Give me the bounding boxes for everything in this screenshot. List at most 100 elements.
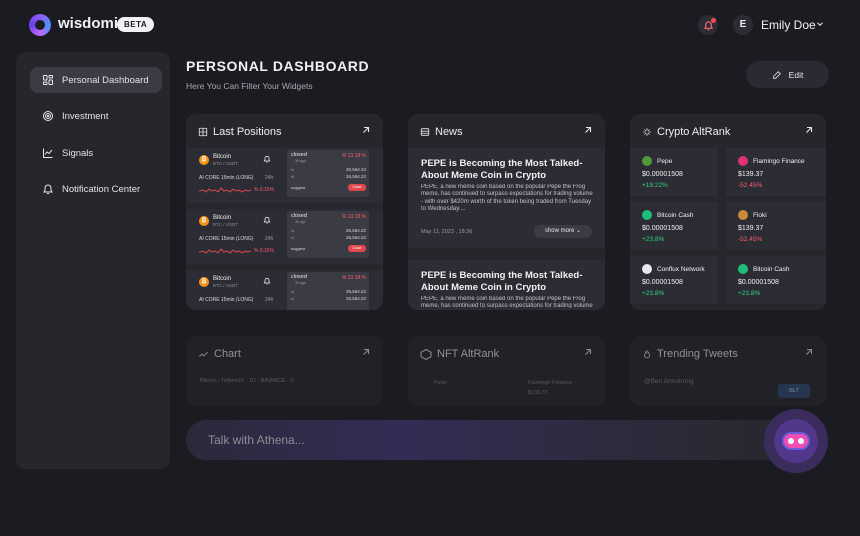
coin-name: Bitcoin Cash (753, 266, 790, 273)
bitcoin-cash-icon (738, 264, 748, 274)
widget-header: Chart (198, 346, 241, 362)
user-name[interactable]: Emily Doe (761, 18, 816, 32)
last-positions-widget: Last Positions ₿ Bitcoin BTC / USDT AI C… (186, 114, 383, 310)
value-label: lo (291, 289, 295, 294)
edit-button[interactable]: Edit (746, 61, 829, 88)
coin-name: Pepe (657, 158, 673, 165)
position-detail-panel: closed 3h ago % 13.18 % lo 26,564.22 hi … (287, 272, 369, 310)
value-label: lo (291, 167, 295, 172)
status-label: closed (291, 152, 307, 158)
flamingo-icon (738, 156, 748, 166)
value: 26,564.22 (345, 235, 366, 240)
position-row[interactable]: ₿ Bitcoin BTC / USDT AI CORE 15min (LONG… (186, 148, 383, 203)
chevron-down-icon[interactable] (815, 19, 825, 29)
dashboard-icon (42, 74, 54, 86)
change-pct: % 13.18 % (341, 153, 366, 159)
news-item[interactable]: PEPE is Becoming the Most Talked-About M… (408, 260, 605, 310)
bitcoin-icon: ₿ (199, 155, 209, 165)
change-pct: % 13.18 % (341, 275, 366, 281)
status-label: closed (291, 213, 307, 219)
sparkline (199, 187, 251, 193)
altrank-item[interactable]: Pepe $0.00001508 +19.22% (630, 148, 718, 196)
time-ago: 3h ago (295, 159, 306, 163)
time-label: 24h (265, 175, 274, 181)
avatar[interactable]: E (733, 15, 753, 35)
news-item[interactable]: PEPE is Becoming the Most Talked-About M… (408, 148, 605, 248)
pencil-icon (772, 70, 781, 79)
coin-price: $0.00001508 (642, 171, 683, 178)
widget-title: Chart (214, 348, 241, 360)
altrank-item[interactable]: Flamingo Finance $139.37 -52.45% (726, 148, 826, 196)
news-title[interactable]: PEPE is Becoming the Most Talked-About M… (421, 270, 595, 293)
athena-chat-input[interactable]: Talk with Athena... (186, 420, 804, 460)
conflux-icon (642, 264, 652, 274)
beta-badge: BETA (117, 17, 155, 32)
coin-pair: BTC / USDT (213, 161, 239, 166)
bell-icon[interactable] (263, 216, 271, 224)
time-label: 24h (265, 297, 274, 303)
altrank-item[interactable]: Floki $139.37 -52.45% (726, 202, 826, 250)
coin-price: $0.00001508 (738, 279, 779, 286)
altrank-item[interactable]: Bitcoin Cash $0.00001508 +23.8% (726, 256, 826, 304)
expand-arrow-icon[interactable] (582, 124, 594, 136)
coin-price: $0.00001508 (642, 225, 683, 232)
nft-item-name: Pepe (434, 380, 447, 386)
expand-arrow-icon[interactable] (803, 346, 815, 358)
coin-pair: BTC / USDT (213, 222, 239, 227)
expand-arrow-icon[interactable] (582, 346, 594, 358)
suggest-badge[interactable]: Close (348, 184, 366, 191)
value-label: hi (291, 296, 295, 301)
sidebar-item-personal-dashboard[interactable]: Personal Dashboard (30, 67, 162, 93)
nft-item-name: Flamingo Finance (528, 380, 572, 386)
coin-change: +23.8% (738, 290, 761, 297)
bell-icon[interactable] (263, 155, 271, 163)
sparkle-icon (642, 127, 652, 137)
tweet-badge: BLT (778, 384, 810, 398)
tweet-user: @Ben Armstrong (644, 378, 694, 385)
position-detail-panel: closed 3h ago % 13.18 % lo 26,564.22 hi … (287, 211, 369, 258)
sidebar-item-notification-center[interactable]: Notification Center (30, 176, 162, 202)
show-more-button[interactable]: show more ⌄ (534, 225, 592, 238)
sidebar-item-label: Investment (62, 110, 109, 122)
chart-symbol-label: Bitcoin / TetherUS · 1D · BINANCE · O (200, 378, 295, 384)
coin-price: $139.37 (738, 225, 764, 232)
notification-button[interactable] (698, 15, 718, 35)
strategy-label: AI CORE 15min (LONG) (199, 297, 254, 303)
altrank-item[interactable]: Bitcoin Cash $0.00001508 +23.8% (630, 202, 718, 250)
coin-name: Bitcoin (213, 215, 232, 221)
altrank-item[interactable]: Conflux Network $0.00001508 +23.8% (630, 256, 718, 304)
suggest-label: suggest (291, 185, 306, 190)
coin-change: +23.8% (642, 236, 665, 243)
widget-title: Last Positions (213, 126, 282, 138)
strategy-label: AI CORE 15min (LONG) (199, 175, 254, 181)
expand-arrow-icon[interactable] (360, 124, 372, 136)
chart-line-icon (198, 349, 209, 360)
suggest-badge[interactable]: Close (348, 245, 366, 252)
news-widget: News PEPE is Becoming the Most Talked-Ab… (408, 114, 605, 310)
news-title[interactable]: PEPE is Becoming the Most Talked-About M… (421, 158, 595, 181)
sidebar-item-signals[interactable]: Signals (30, 140, 162, 166)
chart-widget: Chart Bitcoin / TetherUS · 1D · BINANCE … (186, 336, 383, 406)
show-more-label: show more (544, 228, 575, 234)
position-pct: % 0.15% (254, 248, 275, 254)
coin-change: +19.22% (642, 182, 668, 189)
sidebar-item-label: Notification Center (62, 183, 141, 195)
expand-arrow-icon[interactable] (360, 346, 372, 358)
notification-dot (711, 18, 716, 23)
time-label: 24h (265, 236, 274, 242)
expand-arrow-icon[interactable] (803, 124, 815, 136)
status-label: closed (291, 274, 307, 280)
position-row[interactable]: ₿ Bitcoin BTC / USDT AI CORE 15min (LONG… (186, 270, 383, 310)
bell-icon[interactable] (263, 277, 271, 285)
sidebar-item-investment[interactable]: Investment (30, 103, 162, 129)
logo-icon[interactable] (29, 14, 51, 36)
news-text: PEPE, a new meme coin based on the popul… (421, 184, 593, 213)
page-title: PERSONAL DASHBOARD (186, 58, 370, 74)
position-row[interactable]: ₿ Bitcoin BTC / USDT AI CORE 15min (LONG… (186, 209, 383, 264)
position-detail-panel: closed 3h ago % 13.18 % lo 26,564.22 hi … (287, 150, 369, 197)
target-icon (42, 110, 54, 122)
crypto-altrank-widget: Crypto AltRank Pepe $0.00001508 +19.22% … (630, 114, 826, 310)
value: 26,564.22 (345, 228, 366, 233)
athena-bot-button[interactable] (764, 409, 828, 473)
value: 26,564.22 (345, 296, 366, 301)
